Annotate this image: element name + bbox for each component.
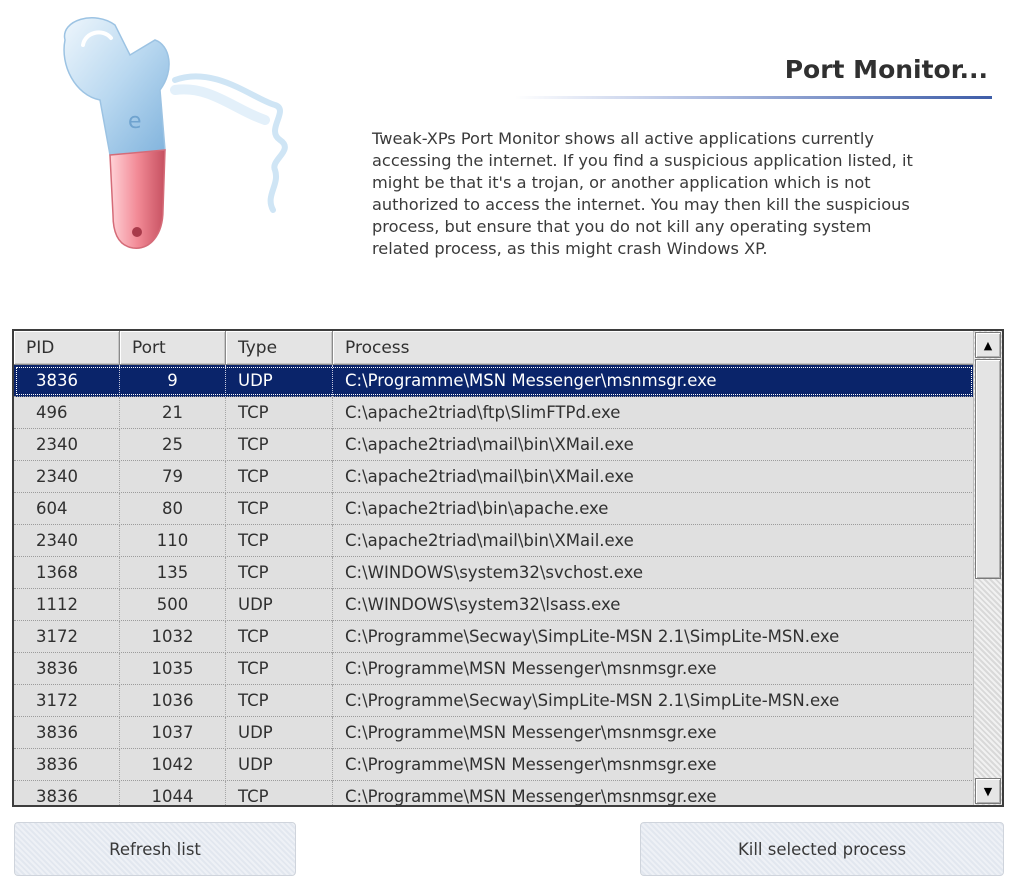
cell-process: C:\WINDOWS\system32\svchost.exe xyxy=(345,563,643,582)
cell-process: C:\Programme\Secway\SimpLite-MSN 2.1\Sim… xyxy=(345,691,840,710)
table-row[interactable]: 3172 1032 TCP C:\Programme\Secway\SimpLite-… xyxy=(14,621,974,653)
cell-port: 1035 xyxy=(120,653,226,685)
table-row[interactable]: 3836 1044 TCP C:\Programme\MSN Messenger\ms… xyxy=(14,781,974,805)
description-text: Tweak-XPs Port Monitor shows all active … xyxy=(372,129,913,258)
cell-pid: 3836 xyxy=(14,653,120,685)
cell-process: C:\Programme\MSN Messenger\msnmsgr.exe xyxy=(345,659,717,678)
cell-type: UDP xyxy=(226,589,333,621)
cell-type: TCP xyxy=(226,557,333,589)
cell-process: C:\WINDOWS\system32\lsass.exe xyxy=(345,595,621,614)
cell-port: 25 xyxy=(120,429,226,461)
cell-port: 500 xyxy=(120,589,226,621)
cell-process: C:\Programme\MSN Messenger\msnmsgr.exe xyxy=(345,723,717,742)
table-row[interactable]: 2340 25 TCP C:\apache2triad\mail\bin\XMail.… xyxy=(14,429,974,461)
cell-port: 21 xyxy=(120,397,226,429)
kill-process-button[interactable]: Kill selected process xyxy=(640,822,1004,876)
cell-pid: 3836 xyxy=(14,749,120,781)
table-row[interactable]: 3172 1036 TCP C:\Programme\Secway\SimpLite-… xyxy=(14,685,974,717)
table-row[interactable]: 1368 135 TCP C:\WINDOWS\system32\svchost.ex… xyxy=(14,557,974,589)
cell-type: TCP xyxy=(226,461,333,493)
cell-pid: 3172 xyxy=(14,621,120,653)
cell-process: C:\apache2triad\mail\bin\XMail.exe xyxy=(345,467,634,486)
title-underline xyxy=(515,96,992,99)
cell-type: UDP xyxy=(226,717,333,749)
cell-process: C:\Programme\Secway\SimpLite-MSN 2.1\Sim… xyxy=(345,627,840,646)
cell-type: UDP xyxy=(226,365,333,397)
cell-pid: 2340 xyxy=(14,525,120,557)
cell-process: C:\apache2triad\bin\apache.exe xyxy=(345,499,609,518)
table-row[interactable]: 3836 1037 UDP C:\Programme\MSN Messenger\ms… xyxy=(14,717,974,749)
list-rows: 3836 9 UDP C:\Programme\MSN Messenger\msnms… xyxy=(14,365,974,805)
cell-pid: 3172 xyxy=(14,685,120,717)
cell-type: TCP xyxy=(226,653,333,685)
scrollbar-thumb[interactable] xyxy=(975,359,1001,579)
table-row[interactable]: 496 21 TCP C:\apache2triad\ftp\SlimFTPd.exe xyxy=(14,397,974,429)
refresh-list-button[interactable]: Refresh list xyxy=(14,822,296,876)
arrow-up-icon[interactable]: ▲ xyxy=(975,332,1001,358)
table-row[interactable]: 2340 79 TCP C:\apache2triad\mail\bin\XMail.… xyxy=(14,461,974,493)
cell-pid: 3836 xyxy=(14,717,120,749)
cell-process: C:\apache2triad\ftp\SlimFTPd.exe xyxy=(345,403,621,422)
vertical-scrollbar[interactable]: ▲ ▼ xyxy=(973,331,1002,805)
table-row[interactable]: 3836 1042 UDP C:\Programme\MSN Messenger\ms… xyxy=(14,749,974,781)
column-header-pid[interactable]: PID xyxy=(14,331,120,365)
cell-type: TCP xyxy=(226,397,333,429)
cell-type: TCP xyxy=(226,621,333,653)
cell-pid: 3836 xyxy=(14,365,120,397)
column-header-port[interactable]: Port xyxy=(120,331,226,365)
cell-type: TCP xyxy=(226,685,333,717)
table-row[interactable]: 3836 9 UDP C:\Programme\MSN Messenger\msnms… xyxy=(14,365,974,397)
cell-type: TCP xyxy=(226,781,333,805)
cell-type: TCP xyxy=(226,429,333,461)
cell-type: UDP xyxy=(226,749,333,781)
cell-pid: 496 xyxy=(14,397,120,429)
wrench-logo-icon: e xyxy=(63,17,288,249)
table-row[interactable]: 604 80 TCP C:\apache2triad\bin\apache.exe xyxy=(14,493,974,525)
cell-pid: 3836 xyxy=(14,781,120,805)
cell-pid: 604 xyxy=(14,493,120,525)
cell-port: 79 xyxy=(120,461,226,493)
cell-type: TCP xyxy=(226,525,333,557)
cell-type: TCP xyxy=(226,493,333,525)
table-row[interactable]: 1112 500 UDP C:\WINDOWS\system32\lsass.exe xyxy=(14,589,974,621)
cell-port: 1036 xyxy=(120,685,226,717)
column-header-type[interactable]: Type xyxy=(226,331,333,365)
cell-pid: 1112 xyxy=(14,589,120,621)
cell-process: C:\Programme\MSN Messenger\msnmsgr.exe xyxy=(345,755,717,774)
cell-port: 110 xyxy=(120,525,226,557)
process-list[interactable]: PID Port Type Process 3836 9 UDP C:\Program… xyxy=(12,329,1004,807)
page-title: Port Monitor... xyxy=(784,55,988,84)
cell-process: C:\Programme\MSN Messenger\msnmsgr.exe xyxy=(345,371,717,390)
cell-port: 135 xyxy=(120,557,226,589)
cell-pid: 1368 xyxy=(14,557,120,589)
cell-process: C:\Programme\MSN Messenger\msnmsgr.exe xyxy=(345,787,717,805)
cell-process: C:\apache2triad\mail\bin\XMail.exe xyxy=(345,531,634,550)
cell-port: 9 xyxy=(120,365,226,397)
list-header: PID Port Type Process xyxy=(14,331,974,365)
cell-port: 80 xyxy=(120,493,226,525)
table-row[interactable]: 3836 1035 TCP C:\Programme\MSN Messenger\ms… xyxy=(14,653,974,685)
table-row[interactable]: 2340 110 TCP C:\apache2triad\mail\bin\XMail… xyxy=(14,525,974,557)
cell-port: 1042 xyxy=(120,749,226,781)
arrow-down-icon[interactable]: ▼ xyxy=(975,778,1001,804)
cell-port: 1037 xyxy=(120,717,226,749)
cell-port: 1032 xyxy=(120,621,226,653)
cell-process: C:\apache2triad\mail\bin\XMail.exe xyxy=(345,435,634,454)
column-header-process[interactable]: Process xyxy=(333,331,974,365)
cell-pid: 2340 xyxy=(14,429,120,461)
process-list-body: PID Port Type Process 3836 9 UDP C:\Program… xyxy=(14,331,974,805)
cell-pid: 2340 xyxy=(14,461,120,493)
svg-text:e: e xyxy=(128,109,142,134)
cell-port: 1044 xyxy=(120,781,226,805)
